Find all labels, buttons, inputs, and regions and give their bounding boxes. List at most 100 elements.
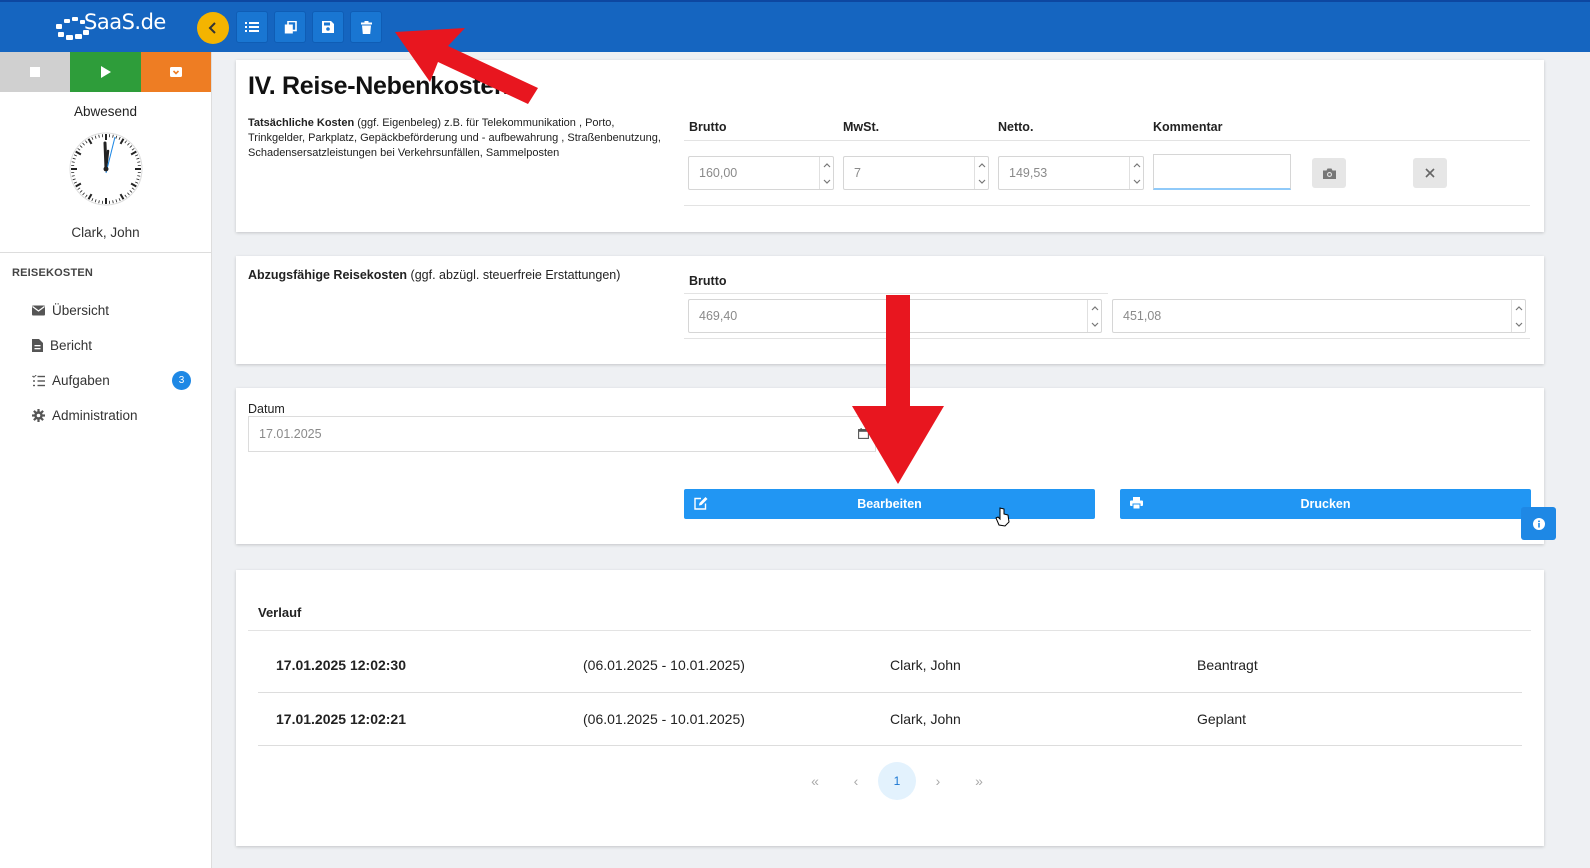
header-divider: [684, 140, 1530, 141]
camera-icon: [1322, 168, 1336, 179]
list-icon: [245, 22, 259, 32]
sidebar-nav: Übersicht Bericht Aufgaben 3 Administrat…: [0, 293, 211, 433]
abzugsfaehig-netto-spinner[interactable]: [1511, 300, 1525, 332]
netto-input[interactable]: 149,53: [998, 156, 1144, 190]
sidebar-item-label: Bericht: [50, 338, 93, 353]
analog-clock-icon: [69, 132, 142, 206]
print-button-label: Drucken: [1300, 497, 1351, 511]
row-status: Geplant: [1197, 711, 1247, 727]
edit-icon: [694, 497, 708, 510]
save-icon: [322, 21, 334, 33]
column-header-brutto: Brutto: [689, 120, 727, 134]
column-header-brutto: Brutto: [689, 274, 727, 288]
play-icon: [100, 66, 111, 78]
row-period: (06.01.2025 - 10.01.2025): [583, 657, 745, 673]
page-1-button[interactable]: 1: [878, 762, 916, 800]
saas-logo[interactable]: SaaS.de: [54, 8, 174, 48]
abzugsfaehig-label-text: (ggf. abzügl. steuerfreie Erstattungen): [407, 268, 621, 282]
task-list-icon: [32, 374, 45, 386]
mwst-spinner[interactable]: [974, 157, 988, 189]
stop-button[interactable]: [0, 52, 71, 92]
chevron-up-icon: [1091, 305, 1098, 310]
task-count-badge: 3: [172, 371, 191, 390]
netto-spinner[interactable]: [1129, 157, 1143, 189]
info-button[interactable]: [1521, 507, 1556, 540]
abzugsfaehig-label: Abzugsfähige Reisekosten (ggf. abzügl. s…: [248, 268, 620, 282]
row-timestamp: 17.01.2025 12:02:21: [276, 711, 406, 727]
sidebar-item-aufgaben[interactable]: Aufgaben 3: [0, 363, 211, 398]
verlauf-title: Verlauf: [258, 605, 302, 620]
chevron-down-icon: [823, 179, 830, 184]
datum-card: Datum 17.01.2025 Bearbeiten Drucken: [236, 388, 1544, 544]
calendar-icon[interactable]: [858, 428, 869, 439]
nebenkosten-description: Tatsächliche Kosten (ggf. Eigenbeleg) z.…: [248, 116, 668, 161]
abzugsfaehig-netto-input[interactable]: 451,08: [1112, 299, 1526, 333]
break-button[interactable]: [140, 52, 211, 92]
chevron-down-icon: [1091, 322, 1098, 327]
first-page-button[interactable]: «: [796, 762, 834, 800]
start-button[interactable]: [70, 52, 141, 92]
row-period: (06.01.2025 - 10.01.2025): [583, 711, 745, 727]
remove-row-button[interactable]: [1413, 158, 1447, 188]
netto-value: 149,53: [1009, 166, 1048, 180]
abzugsfaehig-card: Abzugsfähige Reisekosten (ggf. abzügl. s…: [236, 256, 1544, 364]
brutto-input[interactable]: 160,00: [688, 156, 834, 190]
chevron-down-icon: [1515, 322, 1522, 327]
column-header-kommentar: Kommentar: [1153, 120, 1223, 134]
next-page-button[interactable]: ›: [919, 762, 957, 800]
verlauf-card: Verlauf 17.01.2025 12:02:30 (06.01.2025 …: [236, 570, 1544, 846]
copy-icon: [284, 20, 297, 33]
delete-button[interactable]: [350, 11, 382, 43]
page-title: IV. Reise-Nebenkosten: [248, 72, 509, 100]
print-button[interactable]: Drucken: [1120, 489, 1531, 519]
chevron-down-icon: [978, 179, 985, 184]
sidebar-item-administration[interactable]: Administration: [0, 398, 211, 433]
abzugsfaehig-brutto-input[interactable]: 469,40: [688, 299, 1102, 333]
abzugsfaehig-brutto-spinner[interactable]: [1087, 300, 1101, 332]
time-tracking-controls: [0, 52, 211, 92]
logo-text: SaaS.de: [84, 10, 166, 34]
gear-icon: [32, 409, 45, 422]
collapse-sidebar-button[interactable]: [197, 12, 229, 44]
sidebar: Abwesend Clark, John REISEKOSTEN Übersic…: [0, 52, 212, 868]
list-button[interactable]: [236, 11, 268, 43]
abzugsfaehig-brutto-value: 469,40: [699, 309, 738, 323]
row-timestamp: 17.01.2025 12:02:30: [276, 657, 406, 673]
kommentar-input[interactable]: [1153, 154, 1291, 190]
sidebar-item-uebersicht[interactable]: Übersicht: [0, 293, 211, 328]
top-bar: SaaS.de: [0, 0, 1590, 52]
mwst-input[interactable]: 7: [843, 156, 989, 190]
edit-button-label: Bearbeiten: [857, 497, 922, 511]
abzugsfaehig-label-bold: Abzugsfähige Reisekosten: [248, 268, 408, 282]
datum-label: Datum: [248, 402, 285, 416]
trash-icon: [360, 20, 372, 34]
row-divider: [684, 338, 1530, 339]
datum-input[interactable]: 17.01.2025: [248, 416, 876, 452]
nebenkosten-card: IV. Reise-Nebenkosten Tatsächliche Koste…: [236, 60, 1544, 232]
row-user: Clark, John: [890, 711, 961, 727]
column-header-mwst: MwSt.: [843, 120, 880, 134]
table-row: 17.01.2025 12:02:21 (06.01.2025 - 10.01.…: [258, 692, 1522, 745]
presence-status: Abwesend: [73, 104, 138, 119]
table-row: 17.01.2025 12:02:30 (06.01.2025 - 10.01.…: [258, 639, 1522, 692]
save-button[interactable]: [312, 11, 344, 43]
description-bold: Tatsächliche Kosten: [248, 117, 355, 129]
prev-page-button[interactable]: ‹: [837, 762, 875, 800]
coffee-box-icon: [169, 67, 182, 77]
attach-receipt-button[interactable]: [1312, 158, 1346, 188]
sidebar-item-bericht[interactable]: Bericht: [0, 328, 211, 363]
section-title: REISEKOSTEN: [12, 267, 94, 279]
last-page-button[interactable]: »: [960, 762, 998, 800]
chevron-left-icon: [208, 22, 216, 34]
edit-button[interactable]: Bearbeiten: [684, 489, 1095, 519]
chevron-up-icon: [823, 162, 830, 167]
brutto-spinner[interactable]: [819, 157, 833, 189]
sidebar-item-label: Administration: [52, 408, 138, 423]
copy-button[interactable]: [274, 11, 306, 43]
abzugsfaehig-netto-value: 451,08: [1123, 309, 1162, 323]
stop-icon: [30, 67, 41, 77]
sidebar-divider: [0, 252, 211, 253]
datum-value: 17.01.2025: [259, 427, 322, 441]
row-divider: [684, 205, 1530, 206]
envelope-icon: [32, 305, 45, 316]
